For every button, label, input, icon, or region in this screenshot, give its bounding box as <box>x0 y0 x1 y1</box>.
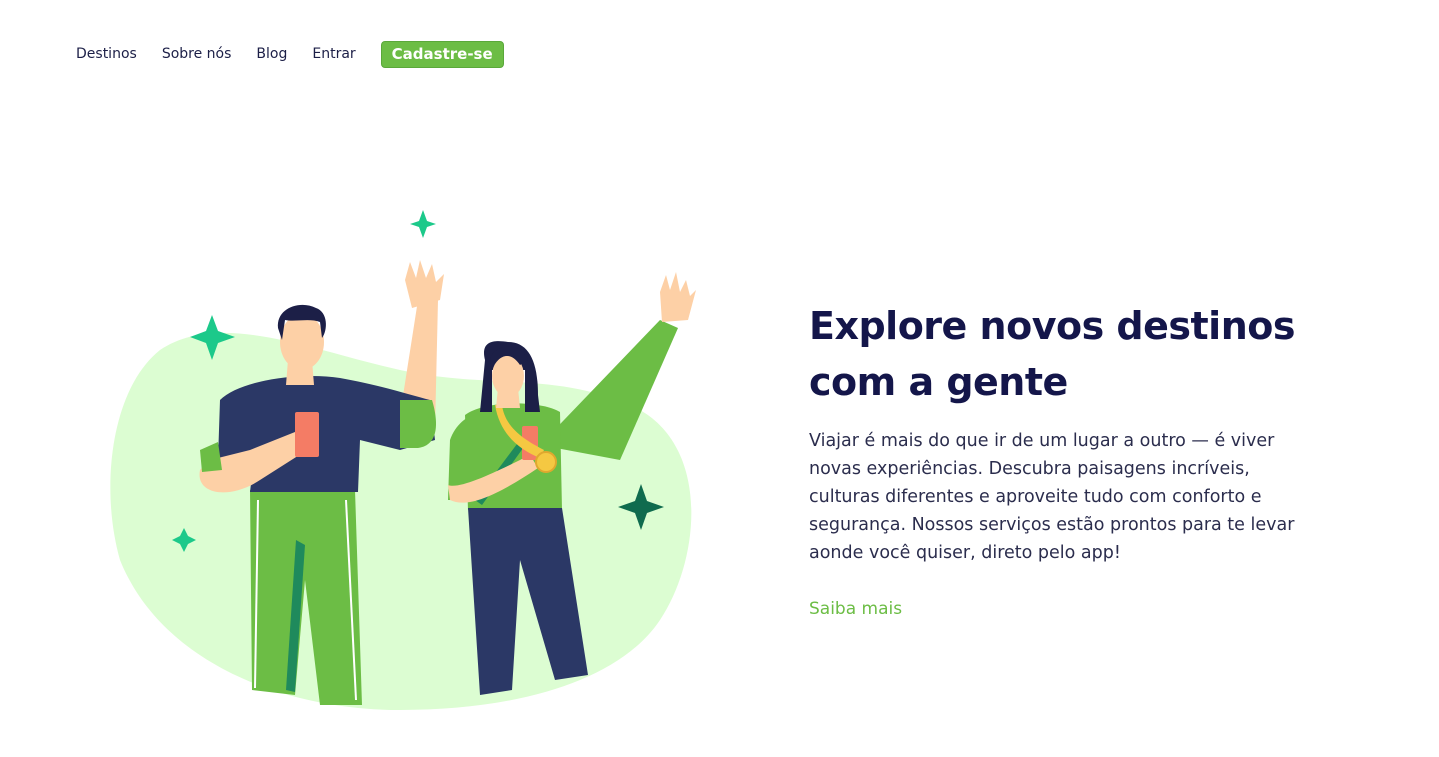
hero-title: Explore novos destinos com a gente <box>809 304 1296 404</box>
nav-link-destinos[interactable]: Destinos <box>76 46 137 62</box>
learn-more-link[interactable]: Saiba mais <box>809 599 902 619</box>
hero-description: Viajar é mais do que ir de um lugar a ou… <box>809 431 1295 563</box>
signup-button[interactable]: Cadastre-se <box>380 40 504 68</box>
top-navigation: Destinos Sobre nós Blog Entrar Cadastre-… <box>76 40 529 68</box>
hero-section: Explore novos destinos com a gente Viaja… <box>809 298 1349 619</box>
nav-link-entrar[interactable]: Entrar <box>312 46 355 62</box>
sparkle-icon <box>410 210 436 238</box>
nav-link-blog[interactable]: Blog <box>256 46 287 62</box>
nav-link-sobre-nos[interactable]: Sobre nós <box>162 46 232 62</box>
hero-illustration <box>110 210 696 710</box>
landing-page: Destinos Sobre nós Blog Entrar Cadastre-… <box>0 0 1439 757</box>
